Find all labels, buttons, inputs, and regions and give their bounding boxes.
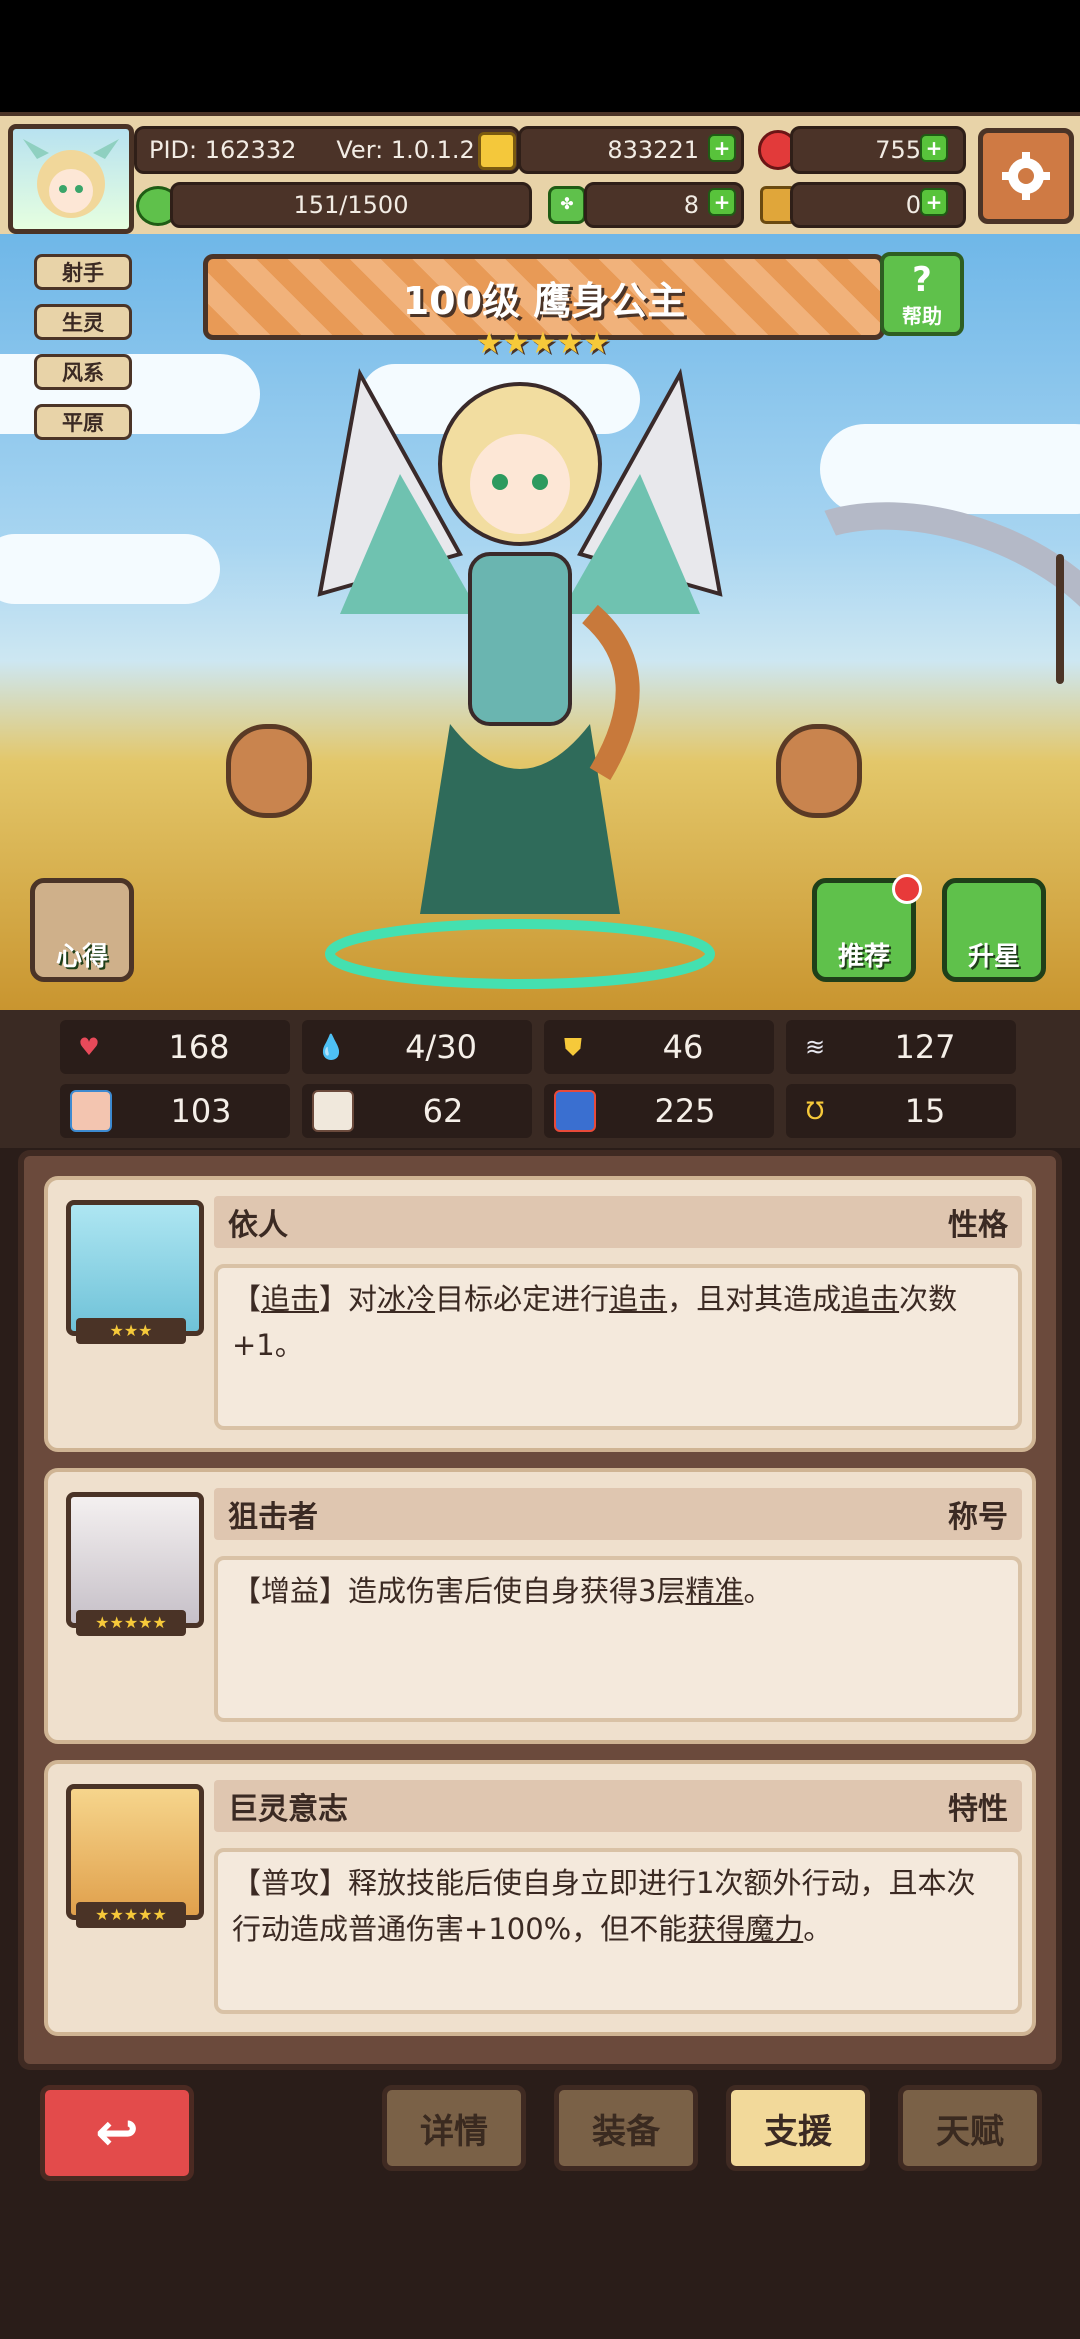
clover-icon: ✤ xyxy=(548,186,586,224)
scrollbar[interactable] xyxy=(1056,554,1064,684)
gear-icon xyxy=(1002,152,1050,200)
keyword-link[interactable]: 追击 xyxy=(261,1282,319,1316)
stat-value: 225 xyxy=(654,1092,716,1130)
hero-name: 100级 鹰身公主 xyxy=(402,278,686,323)
help-button[interactable]: ? 帮助 xyxy=(880,252,964,336)
back-button[interactable]: ↩ xyxy=(40,2085,194,2181)
back-arrow-icon: ↩ xyxy=(95,2103,139,2163)
star-up-label: 升星 xyxy=(967,942,1020,972)
notification-dot xyxy=(892,874,922,904)
gem-value: 755 xyxy=(875,136,921,164)
stat-value: 127 xyxy=(894,1028,956,1066)
hero-sprite xyxy=(317,368,723,989)
recommend-label: 推荐 xyxy=(837,942,890,972)
stat-attack: 103 xyxy=(60,1084,290,1138)
pid-text: PID: 162332 xyxy=(149,136,297,164)
stat-magic: 62 xyxy=(302,1084,532,1138)
key-value: 0 xyxy=(905,191,921,219)
keyword-link[interactable]: 冰冷 xyxy=(377,1282,435,1316)
skill-card-personality[interactable]: ★★★ 依人 性格 【追击】对冰冷目标必定进行追击，且对其造成追击次数+1。 xyxy=(44,1176,1036,1452)
stamina-bar: 151/1500 xyxy=(170,182,532,228)
tab-details[interactable]: 详情 xyxy=(382,2085,526,2171)
shield-icon: ⛊ xyxy=(564,1033,582,1061)
skill-card-trait[interactable]: ★★★★★ 巨灵意志 特性 【普攻】释放技能后使自身立即进行1次额外行动，且本次… xyxy=(44,1760,1036,2036)
question-icon: ? xyxy=(912,259,932,300)
tag-race[interactable]: 生灵 xyxy=(34,304,132,340)
stat-value: 4/30 xyxy=(405,1028,477,1066)
card-stars: ★★★ xyxy=(76,1318,186,1344)
clover-value: 8 xyxy=(683,191,699,219)
version-text: Ver: 1.0.1.2 xyxy=(336,136,475,164)
card-type: 称号 xyxy=(948,1500,1008,1535)
card-title-bar: 狙击者 称号 xyxy=(214,1488,1022,1540)
tab-talent[interactable]: 天赋 xyxy=(898,2085,1042,2171)
stamina-value: 151/1500 xyxy=(293,191,409,219)
top-hud: PID: 162332 Ver: 1.0.1.2 833221 + 755 + … xyxy=(0,112,1080,242)
card-name: 巨灵意志 xyxy=(228,1792,348,1827)
card-portrait xyxy=(66,1784,204,1920)
card-name: 依人 xyxy=(228,1208,288,1243)
tab-support[interactable]: 支援 xyxy=(726,2085,870,2171)
add-gold-button[interactable]: + xyxy=(708,134,736,162)
gold-coin-icon xyxy=(478,132,516,170)
keyword-link[interactable]: 精准 xyxy=(685,1574,743,1608)
card-stars: ★★★★★ xyxy=(76,1902,186,1928)
heart-icon: ♥ xyxy=(78,1033,100,1061)
stat-mana: 💧 4/30 xyxy=(302,1020,532,1074)
stat-value: 15 xyxy=(904,1092,946,1130)
horseshoe-icon: Ʊ xyxy=(805,1097,825,1125)
fist-icon xyxy=(70,1090,112,1132)
book-icon xyxy=(312,1090,354,1132)
add-gem-button[interactable]: + xyxy=(920,134,948,162)
star-up-button[interactable]: 升星 xyxy=(942,878,1046,982)
stat-defense: ⛊ 46 xyxy=(544,1020,774,1074)
card-type: 性格 xyxy=(948,1208,1008,1243)
stat-value: 168 xyxy=(168,1028,230,1066)
card-title-bar: 巨灵意志 特性 xyxy=(214,1780,1022,1832)
stat-agility: ≋ 127 xyxy=(786,1020,1016,1074)
keyword-link[interactable]: 追击 xyxy=(841,1282,899,1316)
add-key-button[interactable]: + xyxy=(920,188,948,216)
card-title-bar: 依人 性格 xyxy=(214,1196,1022,1248)
tab-equipment[interactable]: 装备 xyxy=(554,2085,698,2171)
gold-value: 833221 xyxy=(607,136,699,164)
card-portrait xyxy=(66,1200,204,1336)
system-status-bar xyxy=(0,0,1080,112)
hero-stats: ♥ 168 💧 4/30 ⛊ 46 ≋ 127 103 62 225 Ʊ 15 xyxy=(0,1010,1080,1148)
card-description: 【追击】对冰冷目标必定进行追击，且对其造成追击次数+1。 xyxy=(214,1264,1022,1430)
insight-label: 心得 xyxy=(55,942,108,972)
keyword-link[interactable]: 获得魔力 xyxy=(687,1912,803,1946)
help-label: 帮助 xyxy=(902,303,942,328)
card-portrait xyxy=(66,1492,204,1628)
player-avatar[interactable] xyxy=(8,124,134,234)
tag-terrain[interactable]: 平原 xyxy=(34,404,132,440)
keyword-link[interactable]: 追击 xyxy=(609,1282,667,1316)
hero-scene: 射手 生灵 风系 平原 100级 鹰身公主 ★★★★★ ? 帮助 心得 推荐 升… xyxy=(0,234,1080,1010)
cloud xyxy=(0,534,220,604)
insight-button[interactable]: 心得 xyxy=(30,878,134,982)
stat-hp: ♥ 168 xyxy=(60,1020,290,1074)
skill-card-title[interactable]: ★★★★★ 狙击者 称号 【增益】造成伤害后使自身获得3层精准。 xyxy=(44,1468,1036,1744)
stat-speed: 225 xyxy=(544,1084,774,1138)
stat-value: 62 xyxy=(422,1092,464,1130)
tag-class[interactable]: 射手 xyxy=(34,254,132,290)
stat-luck: Ʊ 15 xyxy=(786,1084,1016,1138)
card-name: 狙击者 xyxy=(228,1500,318,1535)
pid-version-bar: PID: 162332 Ver: 1.0.1.2 xyxy=(134,126,520,174)
settings-button[interactable] xyxy=(978,128,1074,224)
card-type: 特性 xyxy=(948,1792,1008,1827)
card-description: 【增益】造成伤害后使自身获得3层精准。 xyxy=(214,1556,1022,1722)
stat-value: 103 xyxy=(170,1092,232,1130)
droplet-icon: 💧 xyxy=(316,1033,346,1061)
card-description: 【普攻】释放技能后使自身立即进行1次额外行动，且本次行动造成普通伤害+100%，… xyxy=(214,1848,1022,2014)
wing-icon: ≋ xyxy=(804,1033,826,1061)
next-hero-arrow[interactable] xyxy=(776,724,862,818)
card-stars: ★★★★★ xyxy=(76,1610,186,1636)
cloud xyxy=(820,424,1080,514)
stat-value: 46 xyxy=(662,1028,704,1066)
tag-element[interactable]: 风系 xyxy=(34,354,132,390)
add-clover-button[interactable]: + xyxy=(708,188,736,216)
speed-icon xyxy=(554,1090,596,1132)
